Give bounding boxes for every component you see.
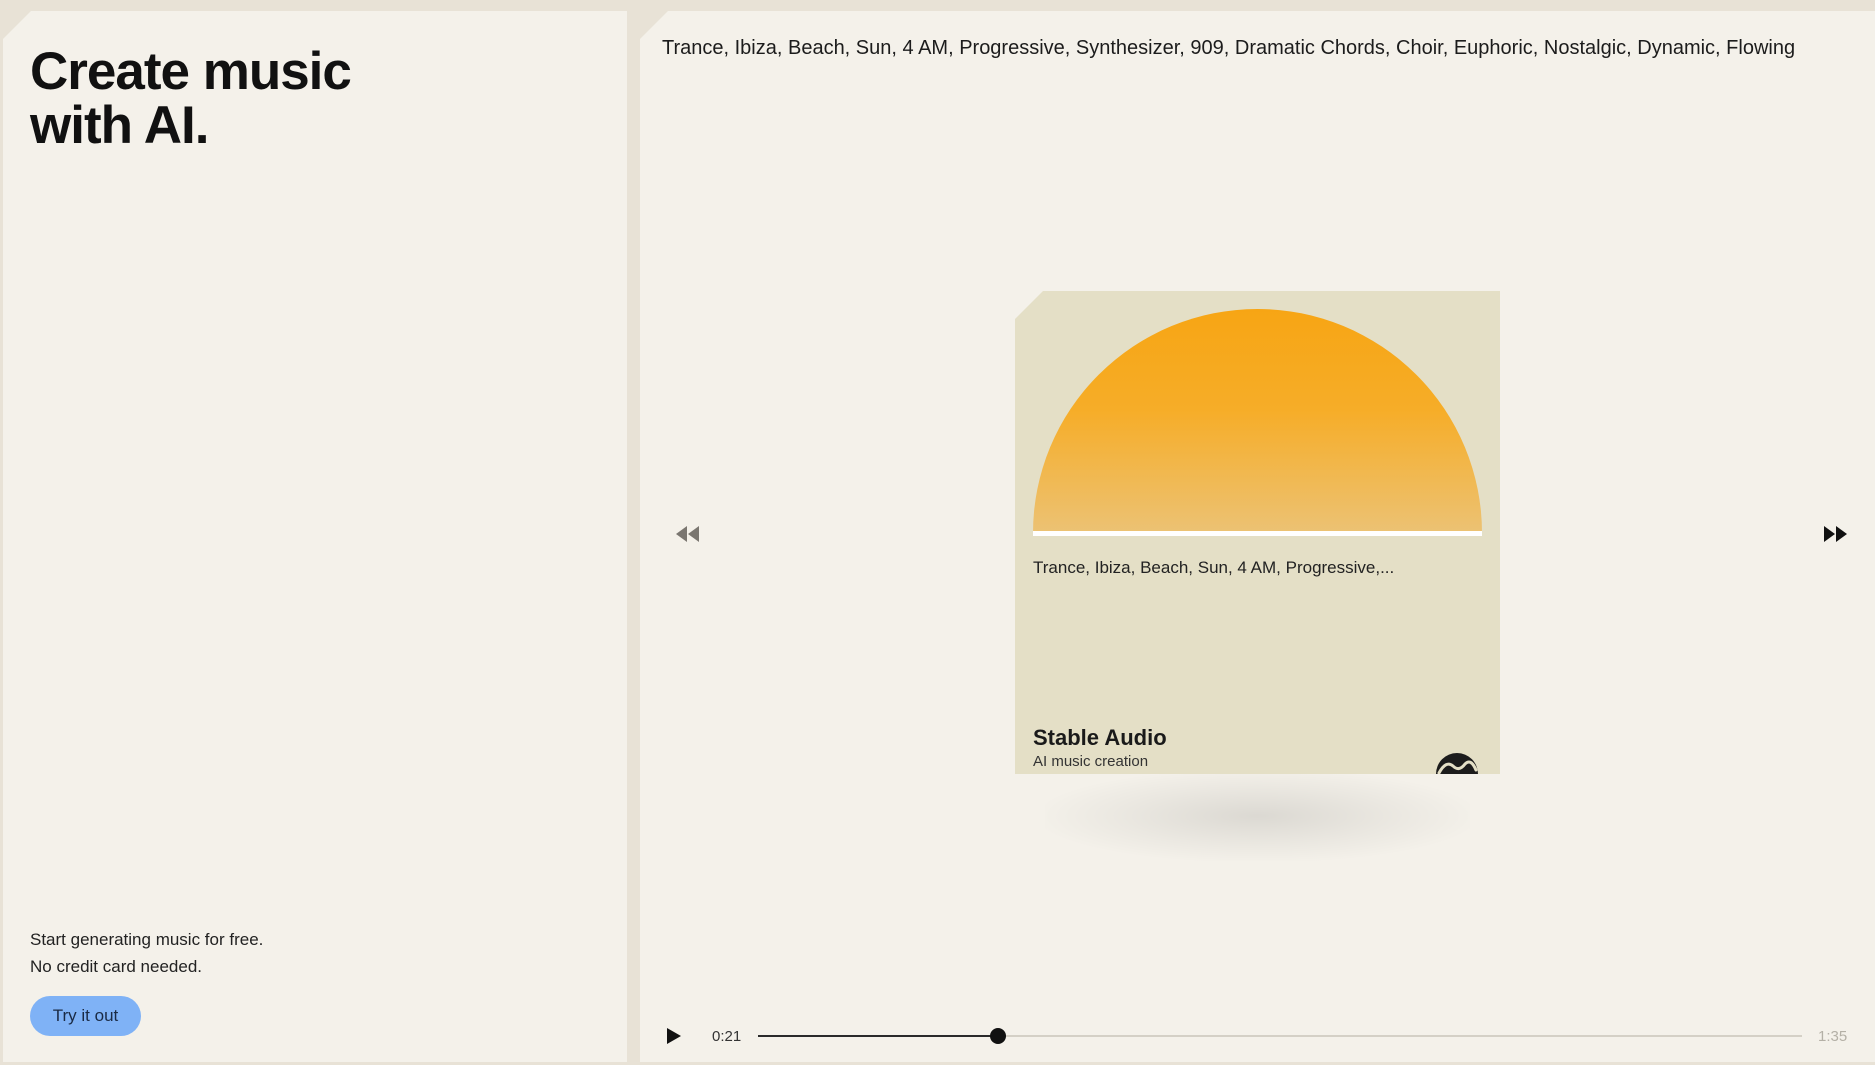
hero-panel: Create music with AI. Start generating m… [3,11,627,1062]
progress-fill [758,1035,999,1037]
total-time: 1:35 [1818,1028,1848,1045]
audio-player: 0:21 1:35 [640,1016,1875,1056]
hero-title: Create music with AI. [30,42,352,155]
album-card: Trance, Ibiza, Beach, Sun, 4 AM, Progres… [1015,291,1500,774]
try-it-out-button[interactable]: Try it out [30,996,141,1036]
current-time: 0:21 [712,1028,742,1045]
promo-text: Start generating music for free. No cred… [30,926,263,980]
progress-track[interactable] [758,1028,1802,1044]
play-icon [667,1028,681,1044]
progress-thumb[interactable] [990,1028,1007,1044]
card-shadow [1045,771,1470,861]
play-button[interactable] [662,1024,686,1048]
promo-line-2: No credit card needed. [30,957,202,976]
previous-track-button[interactable] [668,514,708,554]
fast-forward-icon [1824,526,1847,542]
card-subtitle: AI music creation [1033,753,1149,770]
player-panel: Trance, Ibiza, Beach, Sun, 4 AM, Progres… [640,11,1875,1062]
rewind-icon [676,526,699,542]
card-caption: Trance, Ibiza, Beach, Sun, 4 AM, Progres… [1033,558,1395,577]
next-track-button[interactable] [1815,514,1855,554]
promo-line-1: Start generating music for free. [30,930,264,949]
stable-audio-logo-icon [1436,753,1478,774]
card-title: Stable Audio [1033,725,1167,750]
prompt-text: Trance, Ibiza, Beach, Sun, 4 AM, Progres… [662,37,1796,59]
sun-artwork [1033,309,1482,536]
hero-title-line-2: with AI. [30,96,209,155]
hero-title-line-1: Create music [30,42,352,101]
